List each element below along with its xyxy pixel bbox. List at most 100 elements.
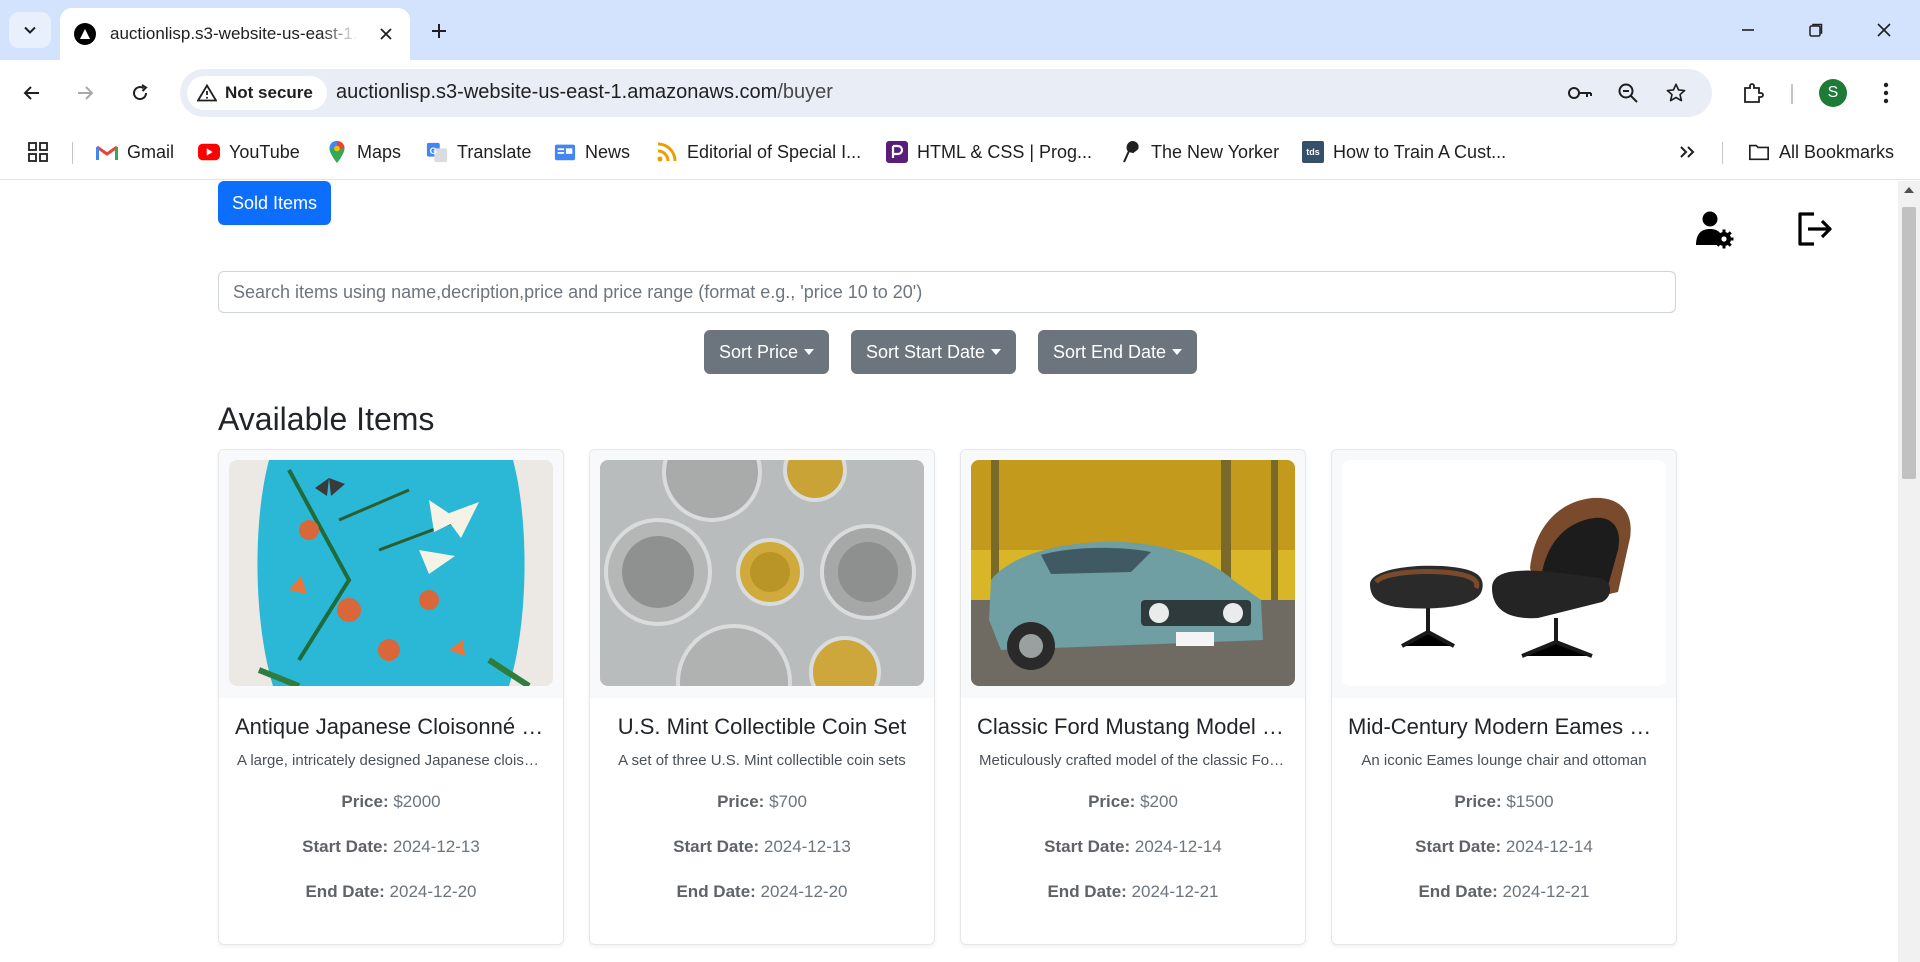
sort-price-label: Sort Price (719, 341, 799, 362)
site-icon (886, 141, 908, 163)
close-tab-icon[interactable] (376, 24, 396, 44)
item-start-date: Start Date: 2024-12-14 (961, 837, 1305, 857)
bookmarks-bar: Gmail YouTube Maps G Translate News Edit… (0, 126, 1920, 180)
bookmark-tds[interactable]: tds How to Train A Cust... (1302, 136, 1506, 168)
active-tab[interactable]: auctionlisp.s3-website-us-east-1.amazona… (60, 8, 410, 60)
restore-icon (1809, 23, 1823, 37)
card-image-frame (590, 450, 934, 698)
sold-items-button[interactable]: Sold Items (218, 181, 332, 225)
card-image-frame (961, 450, 1305, 698)
bookmarks-divider (1722, 142, 1723, 164)
start-date-label: Start Date: (302, 837, 389, 856)
url-host: auctionlisp.s3-website-us-east-1.amazona… (336, 81, 778, 103)
logout-icon[interactable] (1794, 209, 1834, 249)
bookmark-label: HTML & CSS | Prog... (917, 141, 1093, 162)
all-bookmarks[interactable]: All Bookmarks (1748, 136, 1894, 168)
chevron-down-icon (24, 26, 36, 34)
minimize-button[interactable] (1728, 14, 1768, 46)
bookmark-label: How to Train A Cust... (1333, 141, 1507, 162)
security-label: Not secure (225, 83, 313, 102)
url-text[interactable]: auctionlisp.s3-website-us-east-1.amazona… (336, 81, 833, 104)
item-start-date: Start Date: 2024-12-13 (590, 837, 934, 857)
end-date-value: 2024-12-21 (1131, 882, 1219, 901)
scroll-thumb[interactable] (1902, 207, 1916, 479)
tab-title: auctionlisp.s3-website-us-east-1.amazona… (110, 24, 358, 43)
item-description: A set of three U.S. Mint collectible coi… (618, 752, 906, 769)
toolbar-divider (1791, 84, 1793, 104)
bookmark-label: The New Yorker (1151, 141, 1280, 162)
scroll-up-arrow-icon[interactable] (1904, 187, 1914, 193)
bookmark-editorial[interactable]: Editorial of Special I... (656, 136, 861, 168)
item-start-date: Start Date: 2024-12-13 (219, 837, 563, 857)
start-date-value: 2024-12-14 (1134, 837, 1222, 856)
site-favicon-icon (74, 23, 96, 45)
zoom-icon[interactable] (1614, 79, 1642, 107)
bookmark-maps[interactable]: Maps (326, 136, 401, 168)
news-icon (554, 141, 576, 163)
item-description: Meticulously crafted model of the classi… (979, 752, 1305, 769)
bookmark-new-yorker[interactable]: The New Yorker (1120, 136, 1279, 168)
start-date-value: 2024-12-13 (763, 837, 851, 856)
price-value: $200 (1140, 792, 1178, 811)
bookmark-gmail[interactable]: Gmail (96, 136, 174, 168)
page-scrollbar[interactable] (1898, 181, 1920, 962)
url-path: /buyer (777, 81, 833, 103)
rss-icon (656, 141, 678, 163)
bookmark-label: Editorial of Special I... (687, 141, 862, 162)
bookmark-news[interactable]: News (554, 136, 630, 168)
end-date-label: End Date: (1418, 882, 1498, 901)
sort-price-dropdown[interactable]: Sort Price (704, 330, 830, 374)
sort-start-date-dropdown[interactable]: Sort Start Date (851, 330, 1017, 374)
tab-strip: auctionlisp.s3-website-us-east-1.amazona… (0, 0, 1920, 60)
bookmark-star-icon[interactable] (1662, 79, 1690, 107)
all-bookmarks-label: All Bookmarks (1779, 141, 1895, 162)
new-tab-button[interactable] (424, 16, 454, 46)
card-image-frame (1332, 450, 1676, 698)
bookmark-youtube[interactable]: YouTube (198, 136, 300, 168)
price-label: Price: (341, 792, 389, 811)
item-price: Price: $700 (590, 792, 934, 812)
item-card[interactable]: Antique Japanese Cloisonné Vase A large,… (218, 449, 564, 945)
password-key-icon[interactable] (1566, 79, 1594, 107)
item-card[interactable]: Classic Ford Mustang Model Car Meticulou… (960, 449, 1306, 945)
tds-icon: tds (1302, 141, 1324, 163)
sort-end-date-dropdown[interactable]: Sort End Date (1038, 330, 1198, 374)
menu-kebab-icon[interactable] (1868, 75, 1904, 111)
minimize-icon (1742, 29, 1754, 31)
item-card[interactable]: U.S. Mint Collectible Coin Set A set of … (589, 449, 935, 945)
reload-button[interactable] (120, 73, 160, 113)
profile-avatar[interactable]: S (1819, 79, 1847, 107)
user-settings-icon[interactable] (1694, 209, 1734, 249)
item-image-eames-chair (1342, 460, 1666, 686)
close-window-button[interactable] (1864, 14, 1904, 46)
bookmark-html-css[interactable]: HTML & CSS | Prog... (886, 136, 1092, 168)
apps-grid-icon[interactable] (26, 136, 50, 168)
start-date-label: Start Date: (1415, 837, 1502, 856)
restore-button[interactable] (1796, 14, 1836, 46)
item-card[interactable]: Mid-Century Modern Eames Lounge Chair An… (1331, 449, 1677, 945)
search-input[interactable] (218, 271, 1676, 313)
item-image-coins (600, 460, 924, 686)
tab-search-button[interactable] (9, 12, 51, 48)
start-date-label: Start Date: (673, 837, 760, 856)
bookmark-label: Translate (457, 141, 532, 162)
forward-arrow-icon (78, 86, 94, 100)
end-date-value: 2024-12-20 (760, 882, 848, 901)
extensions-icon[interactable] (1735, 75, 1771, 111)
start-date-value: 2024-12-13 (392, 837, 480, 856)
back-button[interactable] (12, 73, 52, 113)
bookmark-label: Gmail (127, 141, 175, 162)
item-image-mustang (971, 460, 1295, 686)
page-viewport: Sold Items Sort Price Sort Start Date So… (0, 181, 1898, 962)
item-title: Mid-Century Modern Eames Lounge Chair (1348, 714, 1676, 739)
address-bar[interactable]: Not secure auctionlisp.s3-website-us-eas… (180, 69, 1712, 117)
bookmark-translate[interactable]: G Translate (426, 136, 531, 168)
caret-down-icon (804, 349, 815, 355)
site-info-chip[interactable]: Not secure (187, 76, 327, 110)
end-date-label: End Date: (1047, 882, 1127, 901)
price-label: Price: (1088, 792, 1136, 811)
more-bookmarks-chevron-icon[interactable] (1678, 136, 1696, 168)
item-end-date: End Date: 2024-12-20 (590, 882, 934, 902)
forward-button[interactable] (65, 73, 105, 113)
price-value: $700 (769, 792, 807, 811)
